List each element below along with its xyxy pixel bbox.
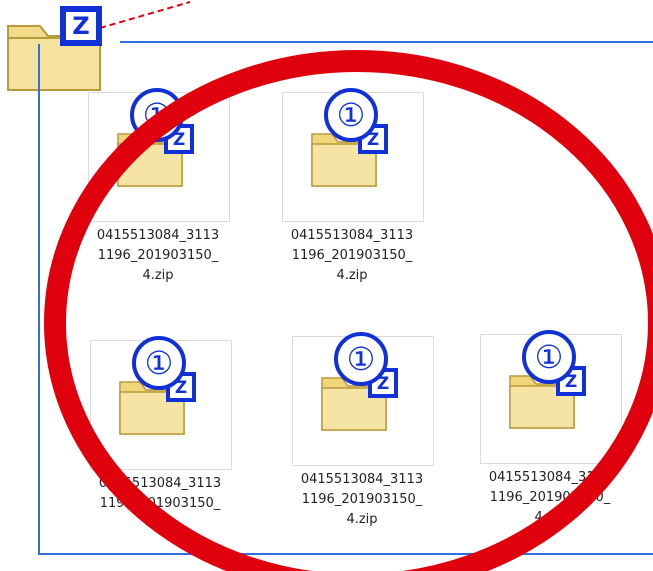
svg-text:①: ① bbox=[347, 340, 376, 378]
file-name: 0415513084_3113 1196_201903150_ 4.zip bbox=[98, 476, 222, 531]
file-name: 0415513084_3113 1196_201903150_ 4.zip bbox=[488, 470, 612, 525]
svg-text:①: ① bbox=[145, 344, 174, 382]
svg-text:①: ① bbox=[143, 96, 172, 134]
svg-text:①: ① bbox=[337, 96, 366, 134]
number-badge-icon: ① bbox=[132, 336, 186, 390]
svg-text:①: ① bbox=[535, 338, 564, 376]
number-badge-icon: ① bbox=[334, 332, 388, 386]
number-badge-icon: ① bbox=[522, 330, 576, 384]
file-name: 0415513084_3113 1196_201903150_ 4.zip bbox=[300, 472, 424, 527]
panel-top-border bbox=[120, 41, 653, 43]
number-badge-icon: ① bbox=[130, 88, 184, 142]
svg-text:Z: Z bbox=[72, 12, 89, 40]
file-name: 0415513084_3113 1196_201903150_ 4.zip bbox=[290, 228, 414, 283]
number-badge-icon: ① bbox=[324, 88, 378, 142]
file-name: 0415513084_3113 1196_201903150_ 4.zip bbox=[96, 228, 220, 283]
